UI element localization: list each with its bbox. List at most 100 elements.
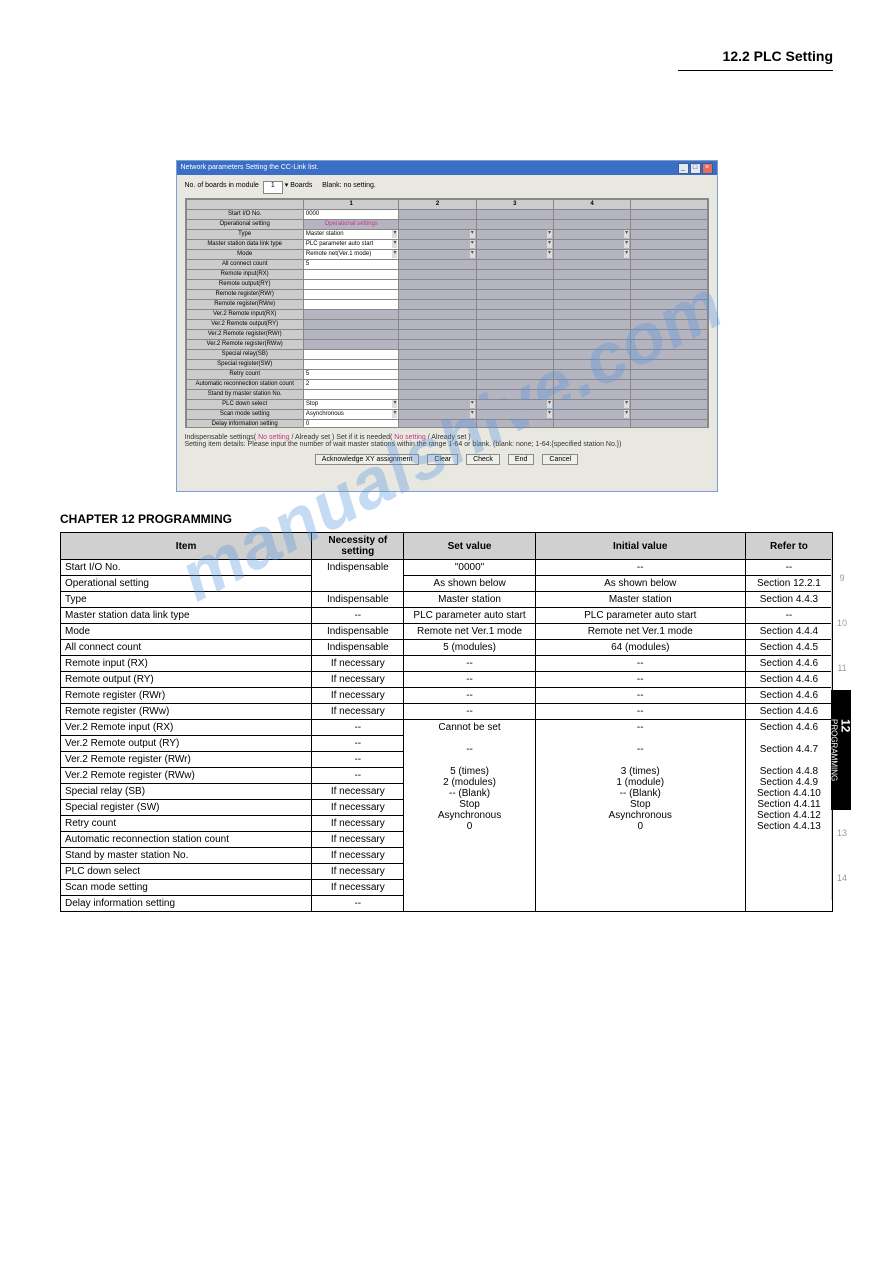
footer-text: / Already set ) Set if it is needed( [292, 434, 393, 441]
cell: Remote net Ver.1 mode [404, 624, 535, 640]
cell: Section 4.4.6 [745, 656, 832, 672]
cell: "0000" [404, 560, 535, 576]
footer-text: No setting [394, 434, 426, 441]
cell: Remote register (RWw) [61, 704, 312, 720]
table-row: Operational setting As shown below As sh… [61, 576, 833, 592]
dialog-button[interactable]: Check [466, 454, 500, 465]
dialog-title: Network parameters Setting the CC-Link l… [181, 161, 319, 175]
cell: Special relay (SB) [61, 784, 312, 800]
footer-detail: Setting item details: Please input the n… [185, 441, 622, 448]
cell: Retry count [61, 816, 312, 832]
cell: Remote net Ver.1 mode [535, 624, 745, 640]
boards-count-select[interactable]: 1 [263, 181, 283, 194]
side-tab-10[interactable]: 10 [831, 600, 852, 645]
table-row: Ver.2 Remote input (RX) -- Cannot be set… [61, 720, 833, 736]
cell: If necessary [312, 864, 404, 880]
cell: If necessary [312, 880, 404, 896]
cell: If necessary [312, 672, 404, 688]
cell: Remote input (RX) [61, 656, 312, 672]
dialog-screenshot: Network parameters Setting the CC-Link l… [176, 160, 718, 492]
cell: Master station [404, 592, 535, 608]
cell: -- [745, 608, 832, 624]
cell: Section 4.4.5 [745, 640, 832, 656]
cell: Ver.2 Remote register (RWr) [61, 752, 312, 768]
table-header-row: Item Necessity of setting Set value Init… [61, 533, 833, 560]
cell: Indispensable [312, 592, 404, 608]
cell: Indispensable [312, 640, 404, 656]
cell: Delay information setting [61, 896, 312, 912]
cell: -- [535, 688, 745, 704]
cell: As shown below [404, 576, 535, 592]
cell: -- [404, 656, 535, 672]
dialog-button[interactable]: Cancel [542, 454, 578, 465]
cell: Master station data link type [61, 608, 312, 624]
cell: Cannot be set -- 5 (times) 2 (modules) -… [404, 720, 535, 912]
cell: -- [745, 560, 832, 576]
parameter-table: Item Necessity of setting Set value Init… [60, 532, 833, 912]
minimize-icon[interactable]: _ [678, 163, 689, 174]
cell: Automatic reconnection station count [61, 832, 312, 848]
side-tab-14[interactable]: 14 [831, 855, 852, 900]
cell: -- [312, 896, 404, 912]
side-tab-9[interactable]: 9 [831, 555, 852, 600]
cell: If necessary [312, 784, 404, 800]
cell: If necessary [312, 800, 404, 816]
cell: Section 4.4.6 [745, 704, 832, 720]
cell: If necessary [312, 688, 404, 704]
cell: -- [535, 704, 745, 720]
cell: Scan mode setting [61, 880, 312, 896]
cell: -- [535, 656, 745, 672]
cell: -- [312, 752, 404, 768]
table-row: Remote input (RX) If necessary -- -- Sec… [61, 656, 833, 672]
table-row: Type Indispensable Master station Master… [61, 592, 833, 608]
close-icon[interactable]: × [702, 163, 713, 174]
side-tab-12-active[interactable]: 12PROGRAMMING [831, 690, 851, 810]
cell: Ver.2 Remote input (RX) [61, 720, 312, 736]
chapter-label: CHAPTER 12 PROGRAMMING [60, 512, 833, 526]
cell: Master station [535, 592, 745, 608]
cell: Remote register (RWr) [61, 688, 312, 704]
cell: PLC parameter auto start [535, 608, 745, 624]
dialog-buttons: Acknowledge XY assignment Clear Check End Ca… [185, 454, 709, 465]
cell: Mode [61, 624, 312, 640]
dialog-button[interactable]: End [508, 454, 534, 465]
cell: Ver.2 Remote register (RWw) [61, 768, 312, 784]
cell: PLC parameter auto start [404, 608, 535, 624]
cell: If necessary [312, 704, 404, 720]
cell: -- [404, 688, 535, 704]
table-row: Master station data link type -- PLC par… [61, 608, 833, 624]
cell: Operational setting [61, 576, 312, 592]
cell: As shown below [535, 576, 745, 592]
cell: Indispensable [312, 624, 404, 640]
param-grid: 1234Start I/O No.0000Operational setting… [185, 198, 709, 428]
footer-text: / Already set ) [428, 434, 471, 441]
maximize-icon[interactable]: □ [690, 163, 701, 174]
table-row: All connect count Indispensable 5 (modul… [61, 640, 833, 656]
cell: Remote output (RY) [61, 672, 312, 688]
boards-label2: Boards [290, 182, 312, 189]
cell: -- [404, 704, 535, 720]
side-tab-text: PROGRAMMING [830, 719, 839, 781]
cell: Section 4.4.3 [745, 592, 832, 608]
table-row: Start I/O No. Indispensable "0000" -- -- [61, 560, 833, 576]
side-tab-11[interactable]: 11 [831, 645, 852, 690]
section-title: 12.2 PLC Setting [723, 48, 833, 64]
cell: Type [61, 592, 312, 608]
cell: 5 (modules) [404, 640, 535, 656]
table-row: Remote register (RWw) If necessary -- --… [61, 704, 833, 720]
section-rule [678, 70, 833, 71]
side-tabs: 9 10 11 12PROGRAMMING 13 14 [831, 555, 853, 900]
cell: Section 12.2.1 [745, 576, 832, 592]
side-tab-13[interactable]: 13 [831, 810, 852, 855]
footer-text: No setting [258, 434, 290, 441]
dialog-button[interactable]: Clear [427, 454, 458, 465]
boards-note: Blank: no setting. [322, 182, 376, 189]
table-row: Mode Indispensable Remote net Ver.1 mode… [61, 624, 833, 640]
dialog-button[interactable]: Acknowledge XY assignment [315, 454, 420, 465]
side-tab-num: 12 [839, 719, 853, 732]
cell: Special register (SW) [61, 800, 312, 816]
table-row: Remote register (RWr) If necessary -- --… [61, 688, 833, 704]
cell: PLC down select [61, 864, 312, 880]
cell: All connect count [61, 640, 312, 656]
cell: -- [404, 672, 535, 688]
